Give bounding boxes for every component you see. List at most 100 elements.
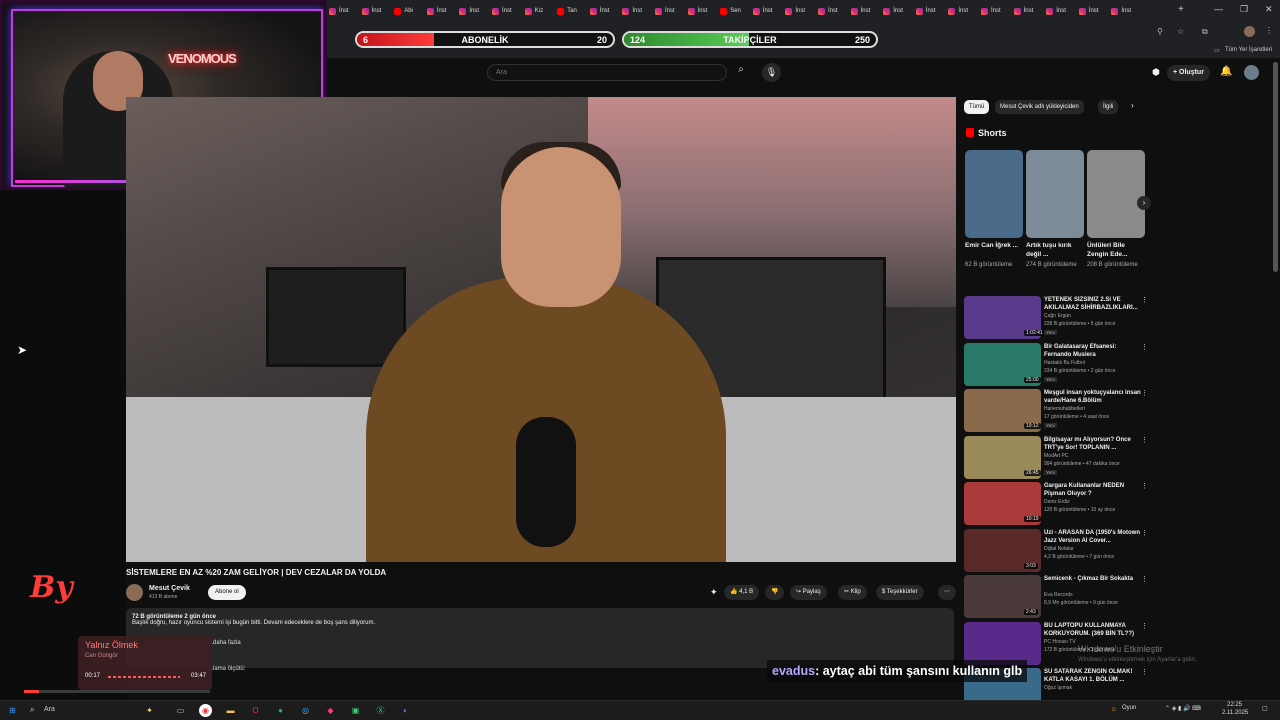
more-options-icon[interactable]: ⋮ [1141, 482, 1148, 490]
opera-icon[interactable]: O [249, 704, 262, 717]
browser-tab[interactable]: İnst [1078, 3, 1110, 19]
browser-tab[interactable]: İnst [915, 3, 947, 19]
app-icon[interactable]: ◆ [324, 704, 337, 717]
recommendation-item[interactable]: 10:19 Gargara Kullananlar NEDEN Pişman Ol… [964, 482, 1149, 527]
browser-tab[interactable]: İnst [948, 3, 979, 19]
clock-date[interactable]: 2.11.2025 [1222, 710, 1248, 716]
cast-icon[interactable]: ⬢ [1152, 67, 1160, 78]
more-options-icon[interactable]: ⋮ [1141, 622, 1148, 630]
maximize-icon[interactable]: ❐ [1240, 4, 1248, 15]
short-thumbnail[interactable] [1026, 150, 1084, 238]
channel-avatar[interactable] [126, 584, 143, 601]
taskbar-search-input[interactable]: Ara [44, 706, 55, 713]
bookmark-star-icon[interactable]: ☆ [1177, 27, 1184, 36]
browser-tab[interactable]: İnst [361, 3, 393, 19]
app2-icon[interactable]: ▣ [349, 704, 362, 717]
recommendation-thumbnail[interactable] [964, 621, 1041, 665]
browser-tab[interactable]: İnst [883, 3, 914, 19]
zoom-icon[interactable]: ⚲ [1157, 27, 1163, 36]
browser-tab[interactable]: İnst [1013, 3, 1045, 19]
spotify-icon[interactable]: ● [274, 704, 287, 717]
copilot-icon[interactable]: ✦ [143, 704, 156, 717]
browser-tab[interactable]: İnst [492, 3, 523, 19]
recommendation-title[interactable]: BU LAPTOPU KULLANMAYA KORKUYORUM. (369 B… [1044, 622, 1144, 638]
thanks-button[interactable]: $ Teşekkürler [876, 585, 924, 600]
notifications-bell-icon[interactable]: 🔔 [1220, 66, 1232, 77]
minimize-icon[interactable]: — [1214, 4, 1223, 14]
chip-from-uploader[interactable]: Mesut Çevik adlı yükleyiciden [995, 100, 1084, 114]
more-options-icon[interactable]: ⋮ [1141, 343, 1148, 351]
browser-tab[interactable]: İnst [426, 3, 458, 19]
browser-tab[interactable]: İnst [655, 3, 686, 19]
video-player[interactable] [126, 97, 956, 562]
recommendation-item[interactable]: 26:45 Bilgisayar mı Alıyorsun? Önce TRT'y… [964, 435, 1149, 481]
chip-related[interactable]: İlgili [1098, 100, 1119, 114]
all-bookmarks-label[interactable]: Tüm Yer İşaretleri [1225, 47, 1272, 53]
browser-tab[interactable]: Kız [524, 3, 556, 19]
recommendation-channel[interactable]: Oğuz Işımak [1044, 685, 1072, 691]
short-thumbnail[interactable] [1087, 150, 1145, 238]
recommendation-channel[interactable]: Deniz Erdiz [1044, 499, 1070, 505]
browser-tab[interactable]: İnst [981, 3, 1012, 19]
chevron-right-icon[interactable]: › [1131, 101, 1134, 110]
recommendation-channel[interactable]: Çağrı Ergün [1044, 313, 1071, 319]
recommendation-title[interactable]: Meşgul insan yoktuçyalancı insan varde/H… [1044, 389, 1144, 405]
browser-tab[interactable]: İnst [687, 3, 719, 19]
video-progress-bar[interactable] [24, 690, 210, 693]
shorts-next-arrow-icon[interactable]: › [1137, 196, 1151, 210]
browser-tab[interactable]: İnst [818, 3, 849, 19]
recommendation-title[interactable]: Bir Galatasaray Efsanesi: Fernando Musle… [1044, 343, 1144, 359]
subscribe-button[interactable]: Abone ol [208, 585, 246, 600]
short-title[interactable]: Artık tuşu kırık değil ... [1026, 241, 1084, 261]
create-button[interactable]: + Oluştur [1167, 65, 1210, 81]
search-input[interactable]: Ara [487, 64, 727, 81]
weather-icon[interactable]: ☼ [1110, 704, 1117, 713]
description-more-link[interactable]: ...daha fazla [208, 640, 241, 646]
browser-tab[interactable]: İnst [622, 3, 653, 19]
more-options-icon[interactable]: ⋮ [1141, 575, 1148, 583]
account-avatar[interactable] [1244, 65, 1259, 80]
recommendation-channel[interactable]: Hanemuhabbetleri [1044, 406, 1085, 412]
short-title[interactable]: Emir Can İğrek ... [965, 241, 1023, 261]
recommendation-channel[interactable]: ModArt PC [1044, 453, 1068, 459]
file-explorer-icon[interactable]: ▬ [224, 704, 237, 717]
recommendation-item[interactable]: 3:03 Uzi - ARASAN DA (1950's Motown Jazz … [964, 528, 1149, 574]
recommendation-title[interactable]: Bilgisayar mı Alıyorsun? Önce TRT'ye Sor… [1044, 436, 1144, 452]
clip-button[interactable]: ✂ Klip [838, 585, 867, 600]
description-box[interactable]: 72 B görüntüleme 2 gün önce Başlık doğru… [126, 608, 954, 668]
browser-tab[interactable]: Sen [720, 3, 751, 19]
new-tab-button[interactable]: + [1178, 4, 1184, 15]
recommendation-item[interactable]: 1:02:41 YETENEK SİZSİNİZ 2.Si VE AKILALMA… [964, 296, 1149, 341]
weather-label[interactable]: Oyun [1122, 705, 1136, 711]
browser-tab[interactable]: İnst [785, 3, 816, 19]
tray-icons[interactable]: ⌃ ◈ ▮ 🔊 ⌨ [1165, 705, 1201, 712]
recommendation-title[interactable]: Semicenk - Çıkmaz Bir Sokakta [1044, 575, 1144, 591]
recommendation-channel[interactable]: Dijital Notalar [1044, 546, 1074, 552]
like-button[interactable]: 👍 4,1 B [724, 585, 760, 600]
recommendation-title[interactable]: YETENEK SİZSİNİZ 2.Si VE AKILALMAZ SİHİR… [1044, 296, 1144, 312]
browser-tab[interactable]: İnst [850, 3, 882, 19]
search-icon[interactable]: ⌕ [729, 64, 753, 81]
browser-tab[interactable]: İnst [589, 3, 621, 19]
clock-time[interactable]: 22:25 [1227, 702, 1242, 708]
short-card[interactable]: Emir Can İğrek ... 62 B görüntüleme [965, 150, 1023, 270]
recommendation-title[interactable]: Uzi - ARASAN DA (1950's Motown Jazz Vers… [1044, 529, 1144, 545]
recommendation-channel[interactable]: Eva Records [1044, 592, 1073, 598]
short-thumbnail[interactable] [965, 150, 1023, 238]
notification-icon[interactable]: ▢ [1262, 705, 1268, 712]
short-card[interactable]: Ünlüleri Bile Zengin Ede... 208 B görüntü… [1087, 150, 1145, 270]
more-actions-button[interactable]: ⋯ [938, 585, 956, 600]
more-options-icon[interactable]: ⋮ [1141, 436, 1148, 444]
browser-tab[interactable]: İnst [1111, 3, 1142, 19]
recommendation-item[interactable]: 25:00 Bir Galatasaray Efsanesi: Fernando … [964, 342, 1149, 388]
start-windows-icon[interactable]: ⊞ [6, 704, 19, 717]
share-button[interactable]: ↪ Paylaş [790, 585, 827, 600]
more-options-icon[interactable]: ⋮ [1141, 529, 1148, 537]
page-scrollbar[interactable] [1273, 62, 1278, 272]
browser-tab[interactable]: Abi [394, 3, 425, 19]
recommendation-item[interactable]: 2:43 Semicenk - Çıkmaz Bir Sokakta Eva Rec… [964, 575, 1149, 620]
taskbar-search-icon[interactable]: ⌕ [30, 705, 34, 715]
browser-tab[interactable]: İnst [329, 3, 360, 19]
browser-tab[interactable]: İnst [1046, 3, 1077, 19]
recommendation-channel[interactable]: PC Hocası TV [1044, 639, 1076, 645]
